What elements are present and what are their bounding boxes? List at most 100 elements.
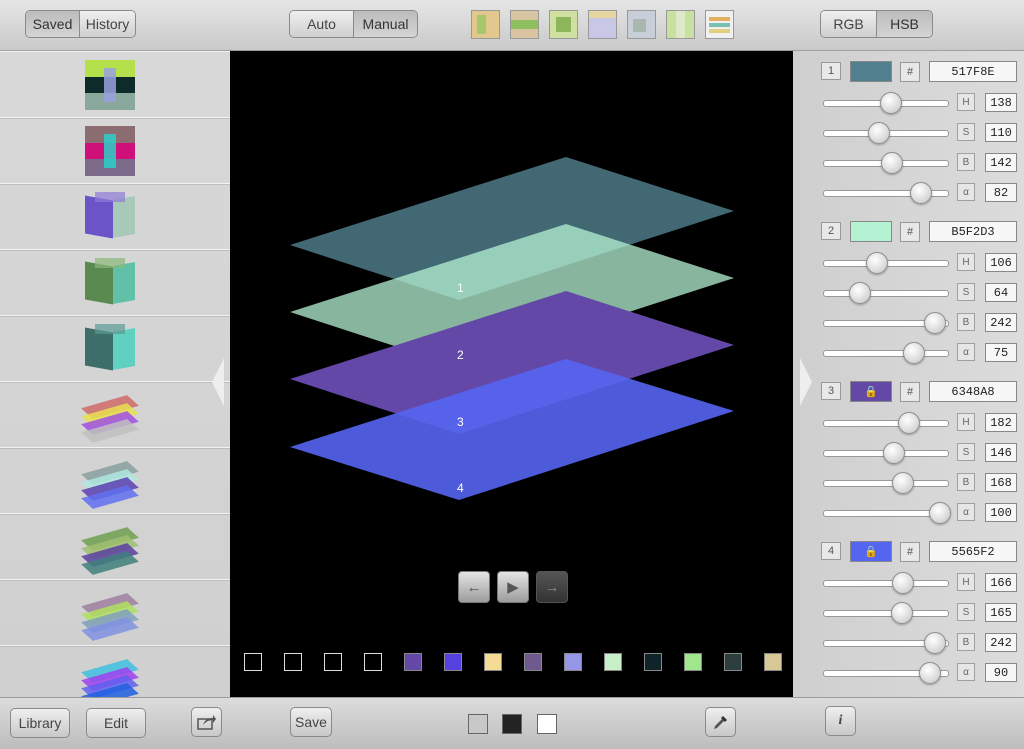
tab-history[interactable]: History — [80, 11, 135, 37]
eyedropper-button[interactable] — [705, 707, 736, 737]
color-swatch[interactable] — [684, 653, 702, 671]
channel-value-h[interactable]: 138 — [985, 93, 1017, 112]
channel-value-s[interactable]: 64 — [985, 283, 1017, 302]
tab-auto[interactable]: Auto — [290, 11, 354, 37]
layout-split-icon[interactable] — [471, 10, 500, 39]
play-button[interactable]: ▶ — [497, 571, 529, 603]
tab-rgb[interactable]: RGB — [821, 11, 877, 37]
color-swatch[interactable] — [484, 653, 502, 671]
slider-knob-a[interactable] — [903, 342, 925, 364]
slider-knob-h[interactable] — [892, 572, 914, 594]
save-button[interactable]: Save — [290, 707, 332, 737]
layout-grid-icon[interactable] — [588, 10, 617, 39]
background-black-button[interactable] — [502, 714, 522, 734]
slider-knob-a[interactable] — [929, 502, 951, 524]
layer-color-chip[interactable] — [850, 61, 892, 82]
background-white-button[interactable] — [537, 714, 557, 734]
channel-value-s[interactable]: 146 — [985, 443, 1017, 462]
slider-track-a[interactable] — [823, 350, 949, 357]
channel-value-h[interactable]: 106 — [985, 253, 1017, 272]
slider-track-h[interactable] — [823, 580, 949, 587]
color-swatch[interactable] — [404, 653, 422, 671]
color-swatch[interactable] — [764, 653, 782, 671]
history-item[interactable] — [0, 117, 230, 185]
slider-knob-a[interactable] — [910, 182, 932, 204]
saved-history-toggle: Saved History — [25, 10, 136, 38]
hex-field[interactable]: 5565F2 — [929, 541, 1017, 562]
next-button[interactable]: → — [536, 571, 568, 603]
color-swatch[interactable] — [244, 653, 262, 671]
tab-hsb[interactable]: HSB — [877, 11, 932, 37]
color-swatch[interactable] — [564, 653, 582, 671]
slider-knob-s[interactable] — [849, 282, 871, 304]
layout-stripes-icon[interactable] — [666, 10, 695, 39]
hex-field[interactable]: 6348A8 — [929, 381, 1017, 402]
history-item[interactable] — [0, 249, 230, 317]
color-swatch[interactable] — [364, 653, 382, 671]
slider-knob-s[interactable] — [868, 122, 890, 144]
channel-value-a[interactable]: 100 — [985, 503, 1017, 522]
background-gray-button[interactable] — [468, 714, 488, 734]
tab-manual[interactable]: Manual — [354, 11, 417, 37]
layer-color-chip[interactable]: 🔒 — [850, 381, 892, 402]
slider-knob-h[interactable] — [880, 92, 902, 114]
channel-value-h[interactable]: 166 — [985, 573, 1017, 592]
color-swatch[interactable] — [604, 653, 622, 671]
tab-saved[interactable]: Saved — [26, 11, 80, 37]
history-item[interactable] — [0, 381, 230, 449]
color-swatch[interactable] — [324, 653, 342, 671]
layout-cube-icon[interactable] — [627, 10, 656, 39]
collapse-left-arrow-icon[interactable] — [212, 358, 224, 406]
channel-value-b[interactable]: 142 — [985, 153, 1017, 172]
edit-button[interactable]: Edit — [86, 708, 146, 738]
channel-value-h[interactable]: 182 — [985, 413, 1017, 432]
channel-value-a[interactable]: 75 — [985, 343, 1017, 362]
channel-value-s[interactable]: 165 — [985, 603, 1017, 622]
color-swatch[interactable] — [524, 653, 542, 671]
slider-knob-b[interactable] — [924, 632, 946, 654]
slider-knob-b[interactable] — [924, 312, 946, 334]
history-item[interactable] — [0, 183, 230, 251]
slider-knob-b[interactable] — [881, 152, 903, 174]
slider-knob-h[interactable] — [898, 412, 920, 434]
slider-track-h[interactable] — [823, 420, 949, 427]
color-swatch[interactable] — [724, 653, 742, 671]
layer-color-chip[interactable]: 🔒 — [850, 541, 892, 562]
channel-value-b[interactable]: 168 — [985, 473, 1017, 492]
history-item[interactable] — [0, 315, 230, 383]
previous-button[interactable]: ← — [458, 571, 490, 603]
history-item[interactable] — [0, 579, 230, 647]
history-item[interactable] — [0, 447, 230, 515]
channel-value-a[interactable]: 90 — [985, 663, 1017, 682]
history-item[interactable] — [0, 513, 230, 581]
layer-color-chip[interactable] — [850, 221, 892, 242]
slider-track-s[interactable] — [823, 290, 949, 297]
color-swatch[interactable] — [284, 653, 302, 671]
layout-frame-icon[interactable] — [549, 10, 578, 39]
slider-track-s[interactable] — [823, 610, 949, 617]
layout-cross-icon[interactable] — [510, 10, 539, 39]
collapse-right-arrow-icon[interactable] — [800, 358, 812, 406]
hex-field[interactable]: 517F8E — [929, 61, 1017, 82]
history-item[interactable] — [0, 51, 230, 119]
color-swatch[interactable] — [644, 653, 662, 671]
slider-knob-s[interactable] — [883, 442, 905, 464]
channel-value-a[interactable]: 82 — [985, 183, 1017, 202]
hex-field[interactable]: B5F2D3 — [929, 221, 1017, 242]
slider-knob-h[interactable] — [866, 252, 888, 274]
share-button[interactable] — [191, 707, 222, 737]
library-button[interactable]: Library — [10, 708, 70, 738]
channel-value-s[interactable]: 110 — [985, 123, 1017, 142]
play-icon: ▶ — [507, 579, 519, 596]
channel-value-b[interactable]: 242 — [985, 633, 1017, 652]
slider-track-b[interactable] — [823, 480, 949, 487]
history-thumbnail — [85, 192, 135, 242]
channel-label-s: S — [957, 283, 975, 301]
layout-layers-icon[interactable] — [705, 10, 734, 39]
slider-knob-s[interactable] — [891, 602, 913, 624]
slider-knob-b[interactable] — [892, 472, 914, 494]
info-button[interactable]: i — [825, 706, 856, 736]
color-swatch[interactable] — [444, 653, 462, 671]
channel-value-b[interactable]: 242 — [985, 313, 1017, 332]
slider-knob-a[interactable] — [919, 662, 941, 684]
